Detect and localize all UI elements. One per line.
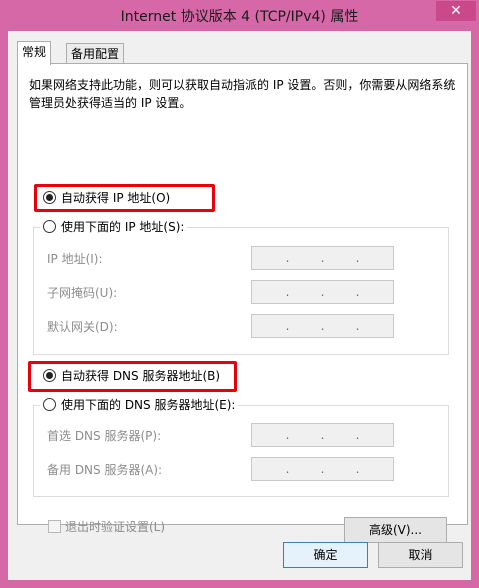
dialog-client-area: 常规 备用配置 如果网络支持此功能，则可以获取自动指派的 IP 设置。否则，你需… [8,31,471,580]
radio-auto-dns[interactable]: 自动获得 DNS 服务器地址(B) [43,367,220,385]
radio-auto-dns-indicator [43,369,56,382]
alternate-dns-input[interactable]: . . . [251,457,394,481]
preferred-dns-label: 首选 DNS 服务器(P): [47,429,162,443]
tab-alternate-config[interactable]: 备用配置 [66,43,125,64]
ip-dot: . [320,251,325,265]
default-gateway-label: 默认网关(D): [47,320,118,334]
description-text: 如果网络支持此功能，则可以获取自动指派的 IP 设置。否则，你需要从网络系统管理… [29,78,456,110]
radio-manual-dns-label: 使用下面的 DNS 服务器地址(E): [61,398,236,412]
validate-settings-checkbox[interactable]: 退出时验证设置(L) [48,519,165,535]
tab-general[interactable]: 常规 [17,41,52,65]
ip-dot: . [355,319,360,333]
ip-dot: . [320,462,325,476]
cancel-button[interactable]: 取消 [378,542,463,568]
radio-manual-ip-label: 使用下面的 IP 地址(S): [61,220,185,234]
ip-dot: . [320,319,325,333]
ip-dot: . [285,285,290,299]
radio-manual-ip-indicator [43,220,56,233]
ip-dot: . [285,251,290,265]
preferred-dns-input[interactable]: . . . [251,423,394,447]
tab-strip: 常规 备用配置 [17,41,467,65]
default-gateway-input[interactable]: . . . [251,314,394,338]
title-bar[interactable]: Internet 协议版本 4 (TCP/IPv4) 属性 ✕ [0,0,479,32]
close-button[interactable]: ✕ [436,1,476,21]
ip-dot: . [355,251,360,265]
radio-auto-ip-label: 自动获得 IP 地址(O) [61,191,171,205]
dns-groupbox [33,405,449,497]
radio-auto-ip-indicator [43,191,56,204]
radio-manual-dns[interactable]: 使用下面的 DNS 服务器地址(E): [40,396,239,414]
ip-dot: . [320,428,325,442]
ip-dot: . [285,319,290,333]
radio-auto-dns-label: 自动获得 DNS 服务器地址(B) [61,369,221,383]
ip-dot: . [355,462,360,476]
ip-dot: . [320,285,325,299]
ok-button[interactable]: 确定 [283,542,368,568]
ip-dot: . [355,285,360,299]
advanced-button[interactable]: 高级(V)... [344,517,447,543]
radio-auto-ip[interactable]: 自动获得 IP 地址(O) [43,189,170,207]
radio-manual-dns-indicator [43,398,56,411]
ip-dot: . [355,428,360,442]
close-icon: ✕ [450,3,462,19]
alternate-dns-label: 备用 DNS 服务器(A): [47,463,163,477]
window-title: Internet 协议版本 4 (TCP/IPv4) 属性 [120,9,359,25]
radio-manual-ip[interactable]: 使用下面的 IP 地址(S): [40,218,188,236]
ip-address-input[interactable]: . . . [251,246,394,270]
ip-dot: . [285,462,290,476]
ip-address-label: IP 地址(I): [47,252,103,266]
ip-dot: . [285,428,290,442]
validate-checkbox-label: 退出时验证设置(L) [65,520,166,534]
subnet-mask-label: 子网掩码(U): [47,286,118,300]
dialog-window: Internet 协议版本 4 (TCP/IPv4) 属性 ✕ 常规 备用配置 … [0,0,479,588]
general-tab-panel: 如果网络支持此功能，则可以获取自动指派的 IP 设置。否则，你需要从网络系统管理… [17,63,468,543]
validate-checkbox-box [48,520,61,533]
subnet-mask-input[interactable]: . . . [251,280,394,304]
